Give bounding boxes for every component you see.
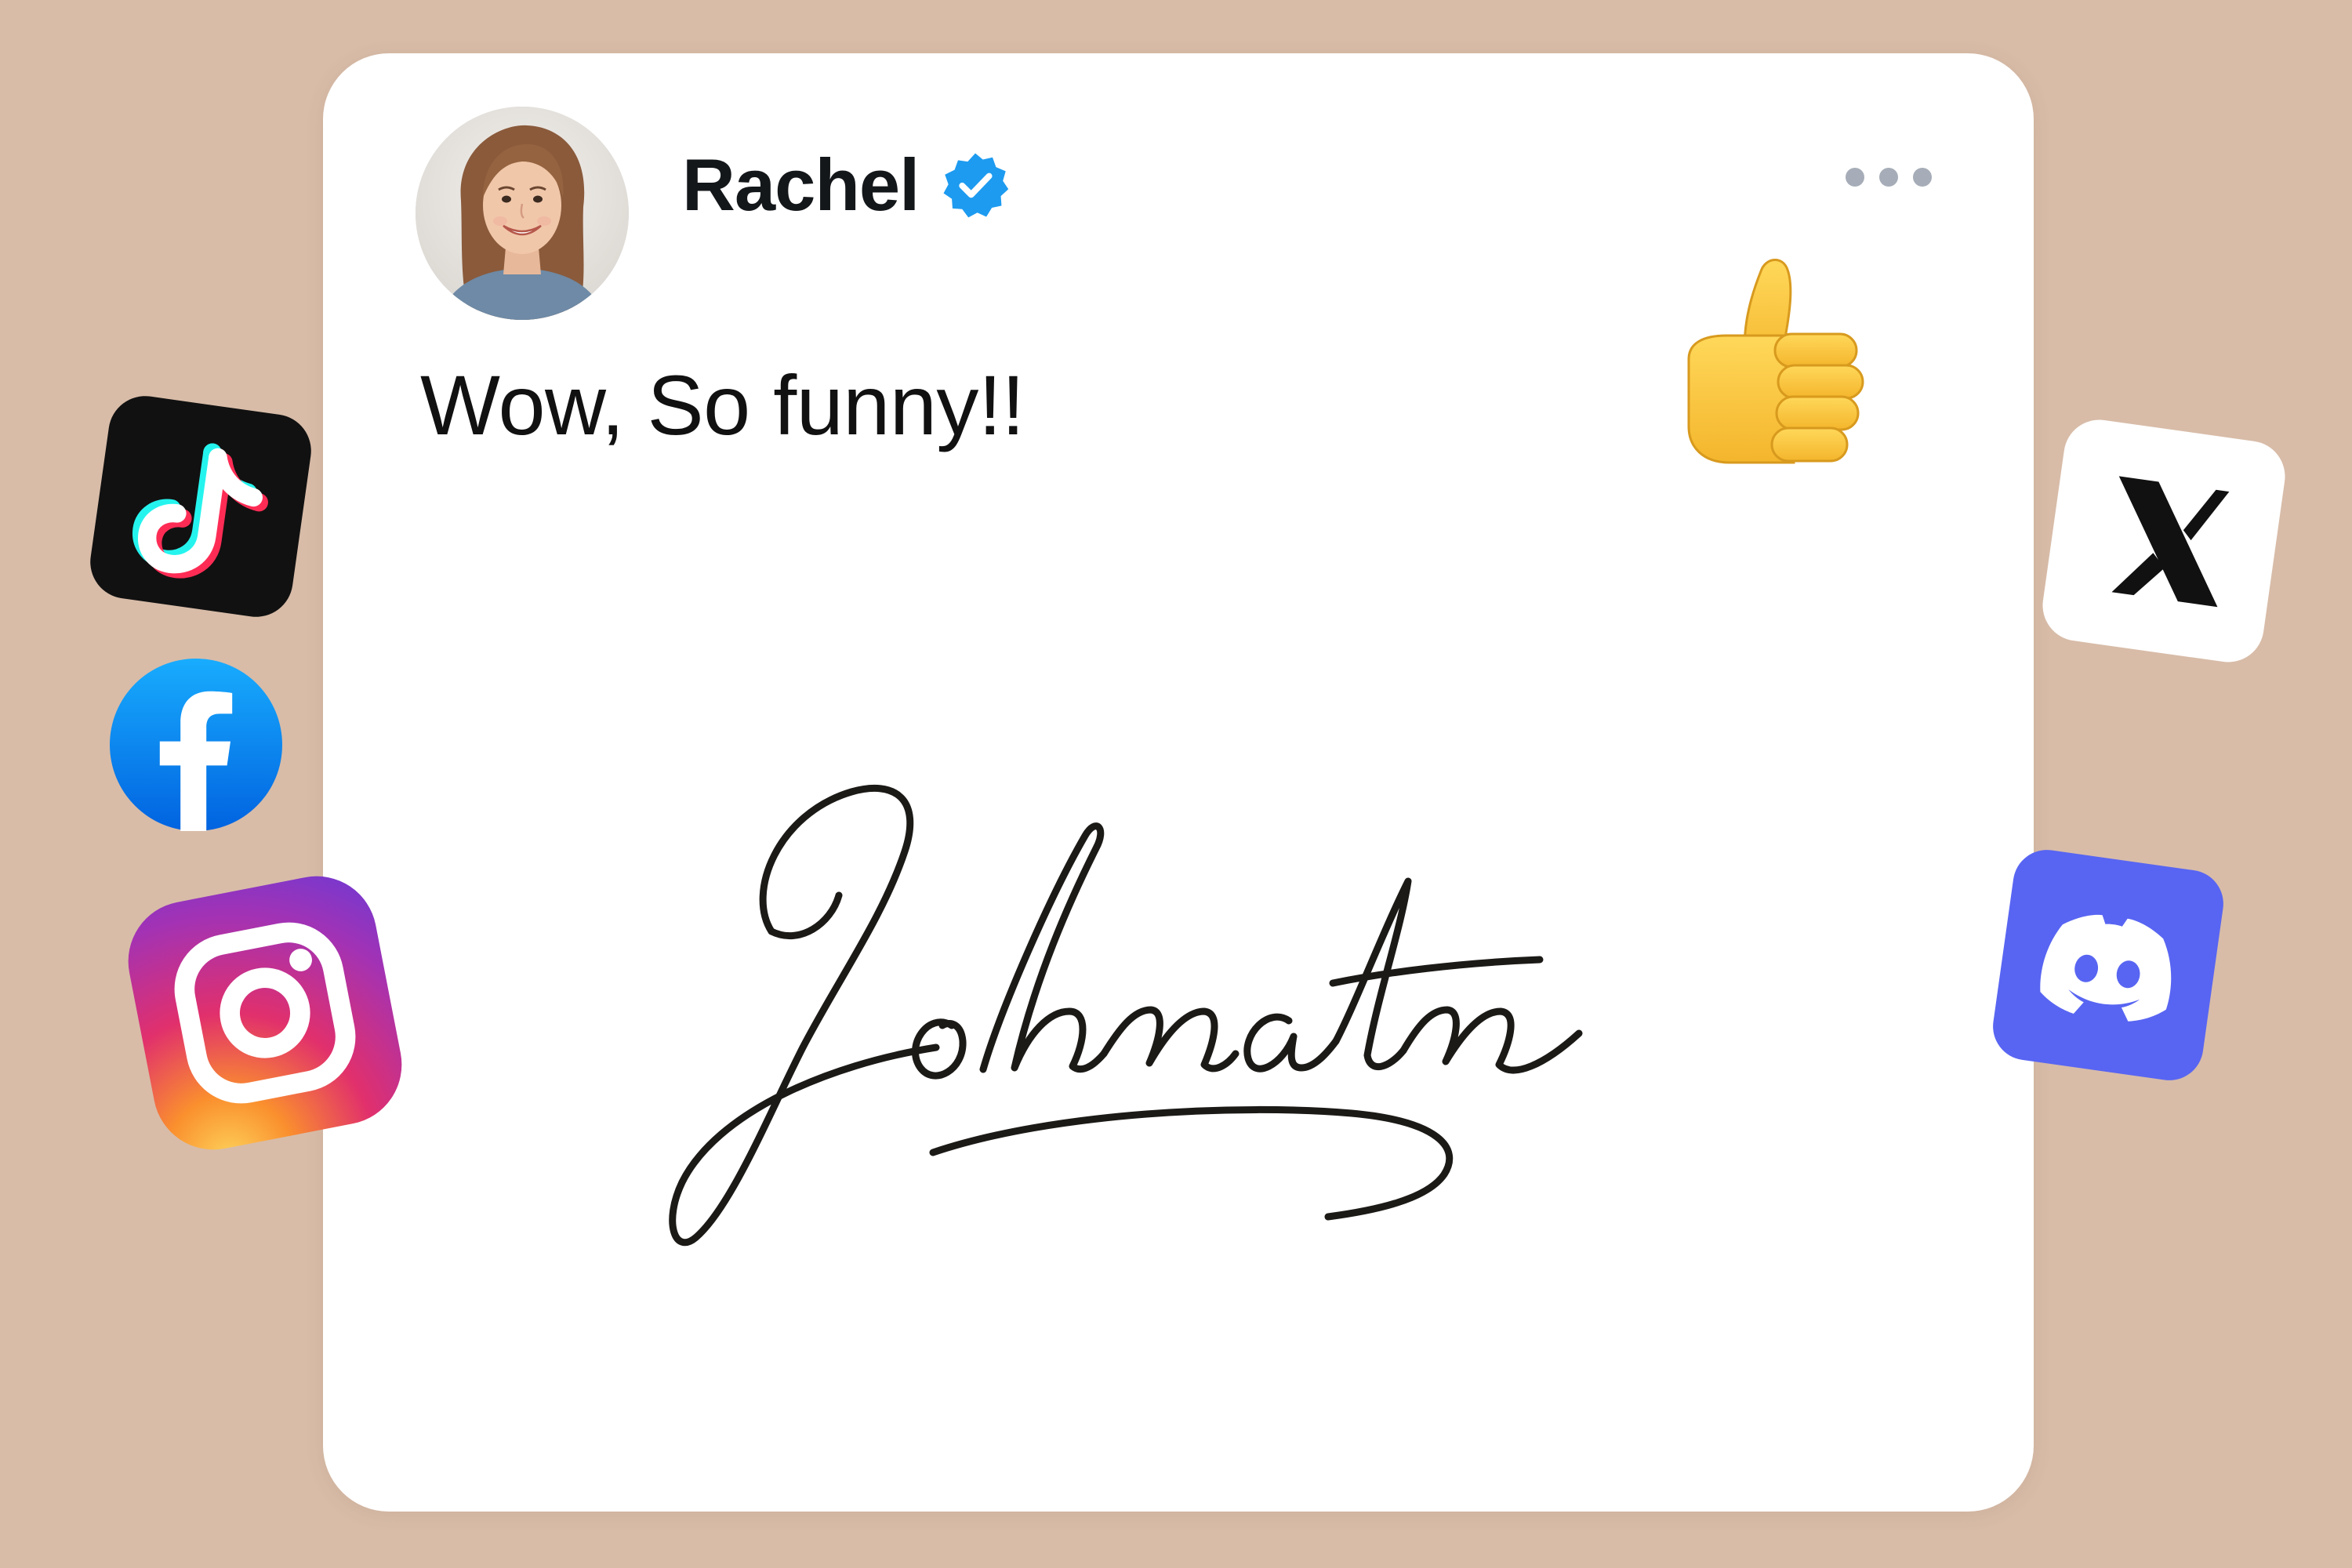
thumbs-up-icon[interactable] xyxy=(1671,241,1891,477)
signature-image xyxy=(646,696,1704,1292)
tiktok-icon[interactable] xyxy=(85,391,316,622)
avatar[interactable] xyxy=(416,107,629,320)
post-card: Rachel Wow, So funny!! xyxy=(323,53,2034,1512)
more-dot xyxy=(1879,168,1898,187)
post-header: Rachel xyxy=(682,138,1010,232)
username[interactable]: Rachel xyxy=(682,143,920,227)
facebook-icon[interactable] xyxy=(110,659,282,831)
post-text: Wow, So funny!! xyxy=(420,358,1025,452)
instagram-icon[interactable] xyxy=(118,866,412,1160)
verified-badge-icon xyxy=(941,151,1010,220)
more-options-icon[interactable] xyxy=(1846,162,1932,193)
x-icon[interactable] xyxy=(2038,416,2290,667)
more-dot xyxy=(1846,168,1864,187)
discord-icon[interactable] xyxy=(1989,846,2228,1085)
more-dot xyxy=(1913,168,1932,187)
